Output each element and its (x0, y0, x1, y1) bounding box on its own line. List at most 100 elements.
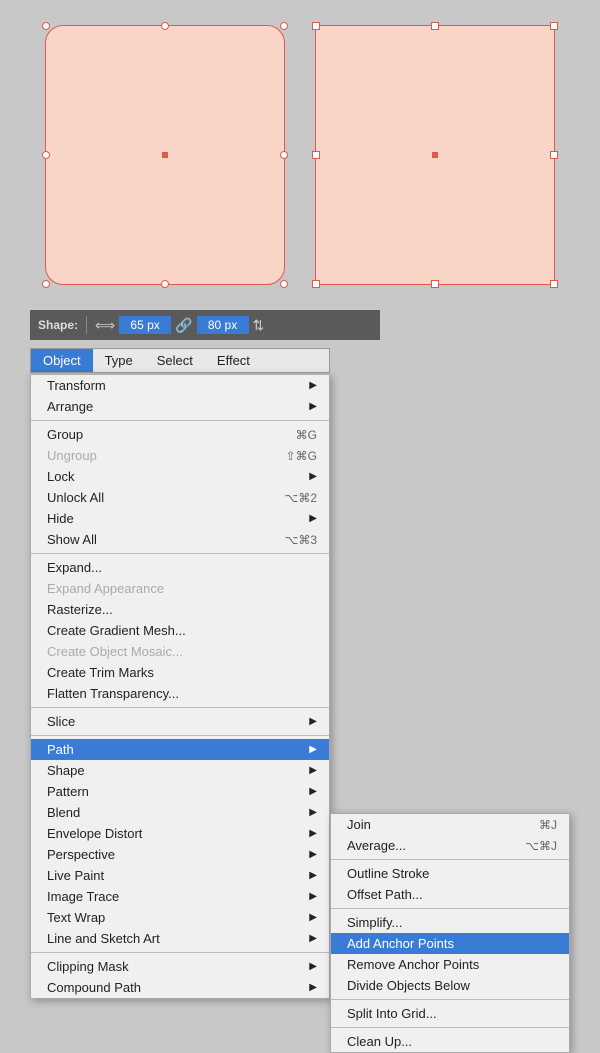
submenu-label-remove-anchor-points: Remove Anchor Points (347, 957, 479, 972)
submenu-item-outline-stroke[interactable]: Outline Stroke (331, 863, 569, 884)
toolbar-separator (86, 316, 87, 334)
menu-item-create-gradient-mesh[interactable]: Create Gradient Mesh... (31, 620, 329, 641)
submenu-item-clean-up[interactable]: Clean Up... (331, 1031, 569, 1052)
path-submenu: Join⌘J Average... ⌥⌘J Outline Stroke Offset … (330, 813, 570, 1053)
menu-item-image-trace[interactable]: Image Trace▶ (31, 886, 329, 907)
menu-item-label-rasterize: Rasterize... (47, 602, 113, 617)
submenu-label-clean-up: Clean Up... (347, 1034, 412, 1049)
arrow-icon-slice: ▶ (309, 716, 317, 727)
menu-item-label-envelope-distort: Envelope Distort (47, 826, 142, 841)
menu-item-line-and-sketch-art[interactable]: Line and Sketch Art▶ (31, 928, 329, 949)
arrow-icon-shape: ▶ (309, 765, 317, 776)
anchor-tr (550, 22, 558, 30)
anchor-mr (550, 151, 558, 159)
arrow-icon-compound-path: ▶ (309, 982, 317, 993)
anchor-bc (161, 280, 169, 288)
arrow-icon-blend: ▶ (309, 807, 317, 818)
menu-item-label-image-trace: Image Trace (47, 889, 119, 904)
shortcut-ungroup: ⇧⌘G (286, 449, 317, 463)
menu-item-label-create-trim-marks: Create Trim Marks (47, 665, 154, 680)
arrow-icon-transform: ▶ (309, 380, 317, 391)
menu-item-envelope-distort[interactable]: Envelope Distort▶ (31, 823, 329, 844)
anchor-bl (42, 280, 50, 288)
shape-rect[interactable] (315, 25, 555, 285)
menu-item-arrange[interactable]: Arrange▶ (31, 396, 329, 417)
menu-item-compound-path[interactable]: Compound Path ▶ (31, 977, 329, 998)
submenu-item-offset-path[interactable]: Offset Path... (331, 884, 569, 905)
menu-item-label-blend: Blend (47, 805, 80, 820)
anchor-bl (312, 280, 320, 288)
menu-separator (31, 707, 329, 708)
menu-item-text-wrap[interactable]: Text Wrap▶ (31, 907, 329, 928)
arrow-icon-hide: ▶ (309, 513, 317, 524)
anchor-center (162, 152, 168, 158)
menubar-type[interactable]: Type (93, 349, 145, 372)
submenu-label-simplify: Simplify... (347, 915, 402, 930)
menu-item-blend[interactable]: Blend ▶ (31, 802, 329, 823)
menu-separator (31, 553, 329, 554)
menu-item-create-trim-marks[interactable]: Create Trim Marks (31, 662, 329, 683)
submenu-separator (331, 908, 569, 909)
menu-item-expand[interactable]: Expand... (31, 557, 329, 578)
width-input[interactable] (119, 316, 171, 334)
submenu-item-divide-objects-below[interactable]: Divide Objects Below (331, 975, 569, 996)
menubar-select[interactable]: Select (145, 349, 205, 372)
menu-item-label-pattern: Pattern (47, 784, 89, 799)
menu-item-transform[interactable]: Transform▶ (31, 375, 329, 396)
submenu-item-add-anchor-points[interactable]: Add Anchor Points (331, 933, 569, 954)
submenu-label-offset-path: Offset Path... (347, 887, 423, 902)
menu-item-label-create-gradient-mesh: Create Gradient Mesh... (47, 623, 186, 638)
constrain-icon: ⇅ (253, 317, 265, 334)
menubar-effect[interactable]: Effect (205, 349, 262, 372)
anchor-tc (431, 22, 439, 30)
menu-item-flatten-transparency[interactable]: Flatten Transparency... (31, 683, 329, 704)
submenu-separator (331, 999, 569, 1000)
submenu-item-join[interactable]: Join⌘J (331, 814, 569, 835)
submenu-label-average: Average... (347, 838, 406, 853)
toolbar: Shape: ⟺ 🔗 ⇅ (30, 310, 380, 340)
menu-item-label-compound-path: Compound Path (47, 980, 141, 995)
menu-separator (31, 952, 329, 953)
anchor-br (550, 280, 558, 288)
menu-item-label-hide: Hide (47, 511, 74, 526)
menu-item-pattern[interactable]: Pattern▶ (31, 781, 329, 802)
anchor-ml (312, 151, 320, 159)
menu-item-unlock-all[interactable]: Unlock All⌥⌘2 (31, 487, 329, 508)
link-icon: 🔗 (175, 317, 192, 334)
arrow-icon-live-paint: ▶ (309, 870, 317, 881)
submenu-item-average[interactable]: Average... ⌥⌘J (331, 835, 569, 856)
menu-item-slice[interactable]: Slice▶ (31, 711, 329, 732)
menu-item-label-arrange: Arrange (47, 399, 93, 414)
menu-item-clipping-mask[interactable]: Clipping Mask▶ (31, 956, 329, 977)
menubar-object[interactable]: Object (31, 349, 93, 372)
menu-item-label-shape: Shape (47, 763, 85, 778)
arrow-icon-path: ▶ (309, 744, 317, 755)
menu-item-label-path: Path (47, 742, 74, 757)
menu-item-show-all[interactable]: Show All⌥⌘3 (31, 529, 329, 550)
shortcut-unlock-all: ⌥⌘2 (284, 491, 317, 505)
submenu-item-remove-anchor-points[interactable]: Remove Anchor Points (331, 954, 569, 975)
menu-item-label-ungroup: Ungroup (47, 448, 97, 463)
menu-separator (31, 420, 329, 421)
arrow-icon-text-wrap: ▶ (309, 912, 317, 923)
submenu-label-add-anchor-points: Add Anchor Points (347, 936, 454, 951)
menu-item-path[interactable]: Path ▶ (31, 739, 329, 760)
menu-item-lock[interactable]: Lock▶ (31, 466, 329, 487)
menu-item-perspective[interactable]: Perspective▶ (31, 844, 329, 865)
menu-item-label-group: Group (47, 427, 83, 442)
submenu-shortcut-average: ⌥⌘J (525, 839, 557, 853)
menu-item-ungroup: Ungroup ⇧⌘G (31, 445, 329, 466)
menu-item-hide[interactable]: Hide ▶ (31, 508, 329, 529)
menu-item-shape[interactable]: Shape ▶ (31, 760, 329, 781)
menu-item-live-paint[interactable]: Live Paint▶ (31, 865, 329, 886)
menu-item-group[interactable]: Group⌘G (31, 424, 329, 445)
height-input[interactable] (197, 316, 249, 334)
submenu-item-simplify[interactable]: Simplify... (331, 912, 569, 933)
shape-rounded-rect[interactable] (45, 25, 285, 285)
object-menu: Transform▶Arrange▶Group⌘GUngroup⇧⌘GLock▶… (30, 374, 330, 999)
menu-item-rasterize[interactable]: Rasterize... (31, 599, 329, 620)
arrow-icon-perspective: ▶ (309, 849, 317, 860)
anchor-br (280, 280, 288, 288)
menu-item-create-object-mosaic: Create Object Mosaic... (31, 641, 329, 662)
submenu-item-split-into-grid[interactable]: Split Into Grid... (331, 1003, 569, 1024)
